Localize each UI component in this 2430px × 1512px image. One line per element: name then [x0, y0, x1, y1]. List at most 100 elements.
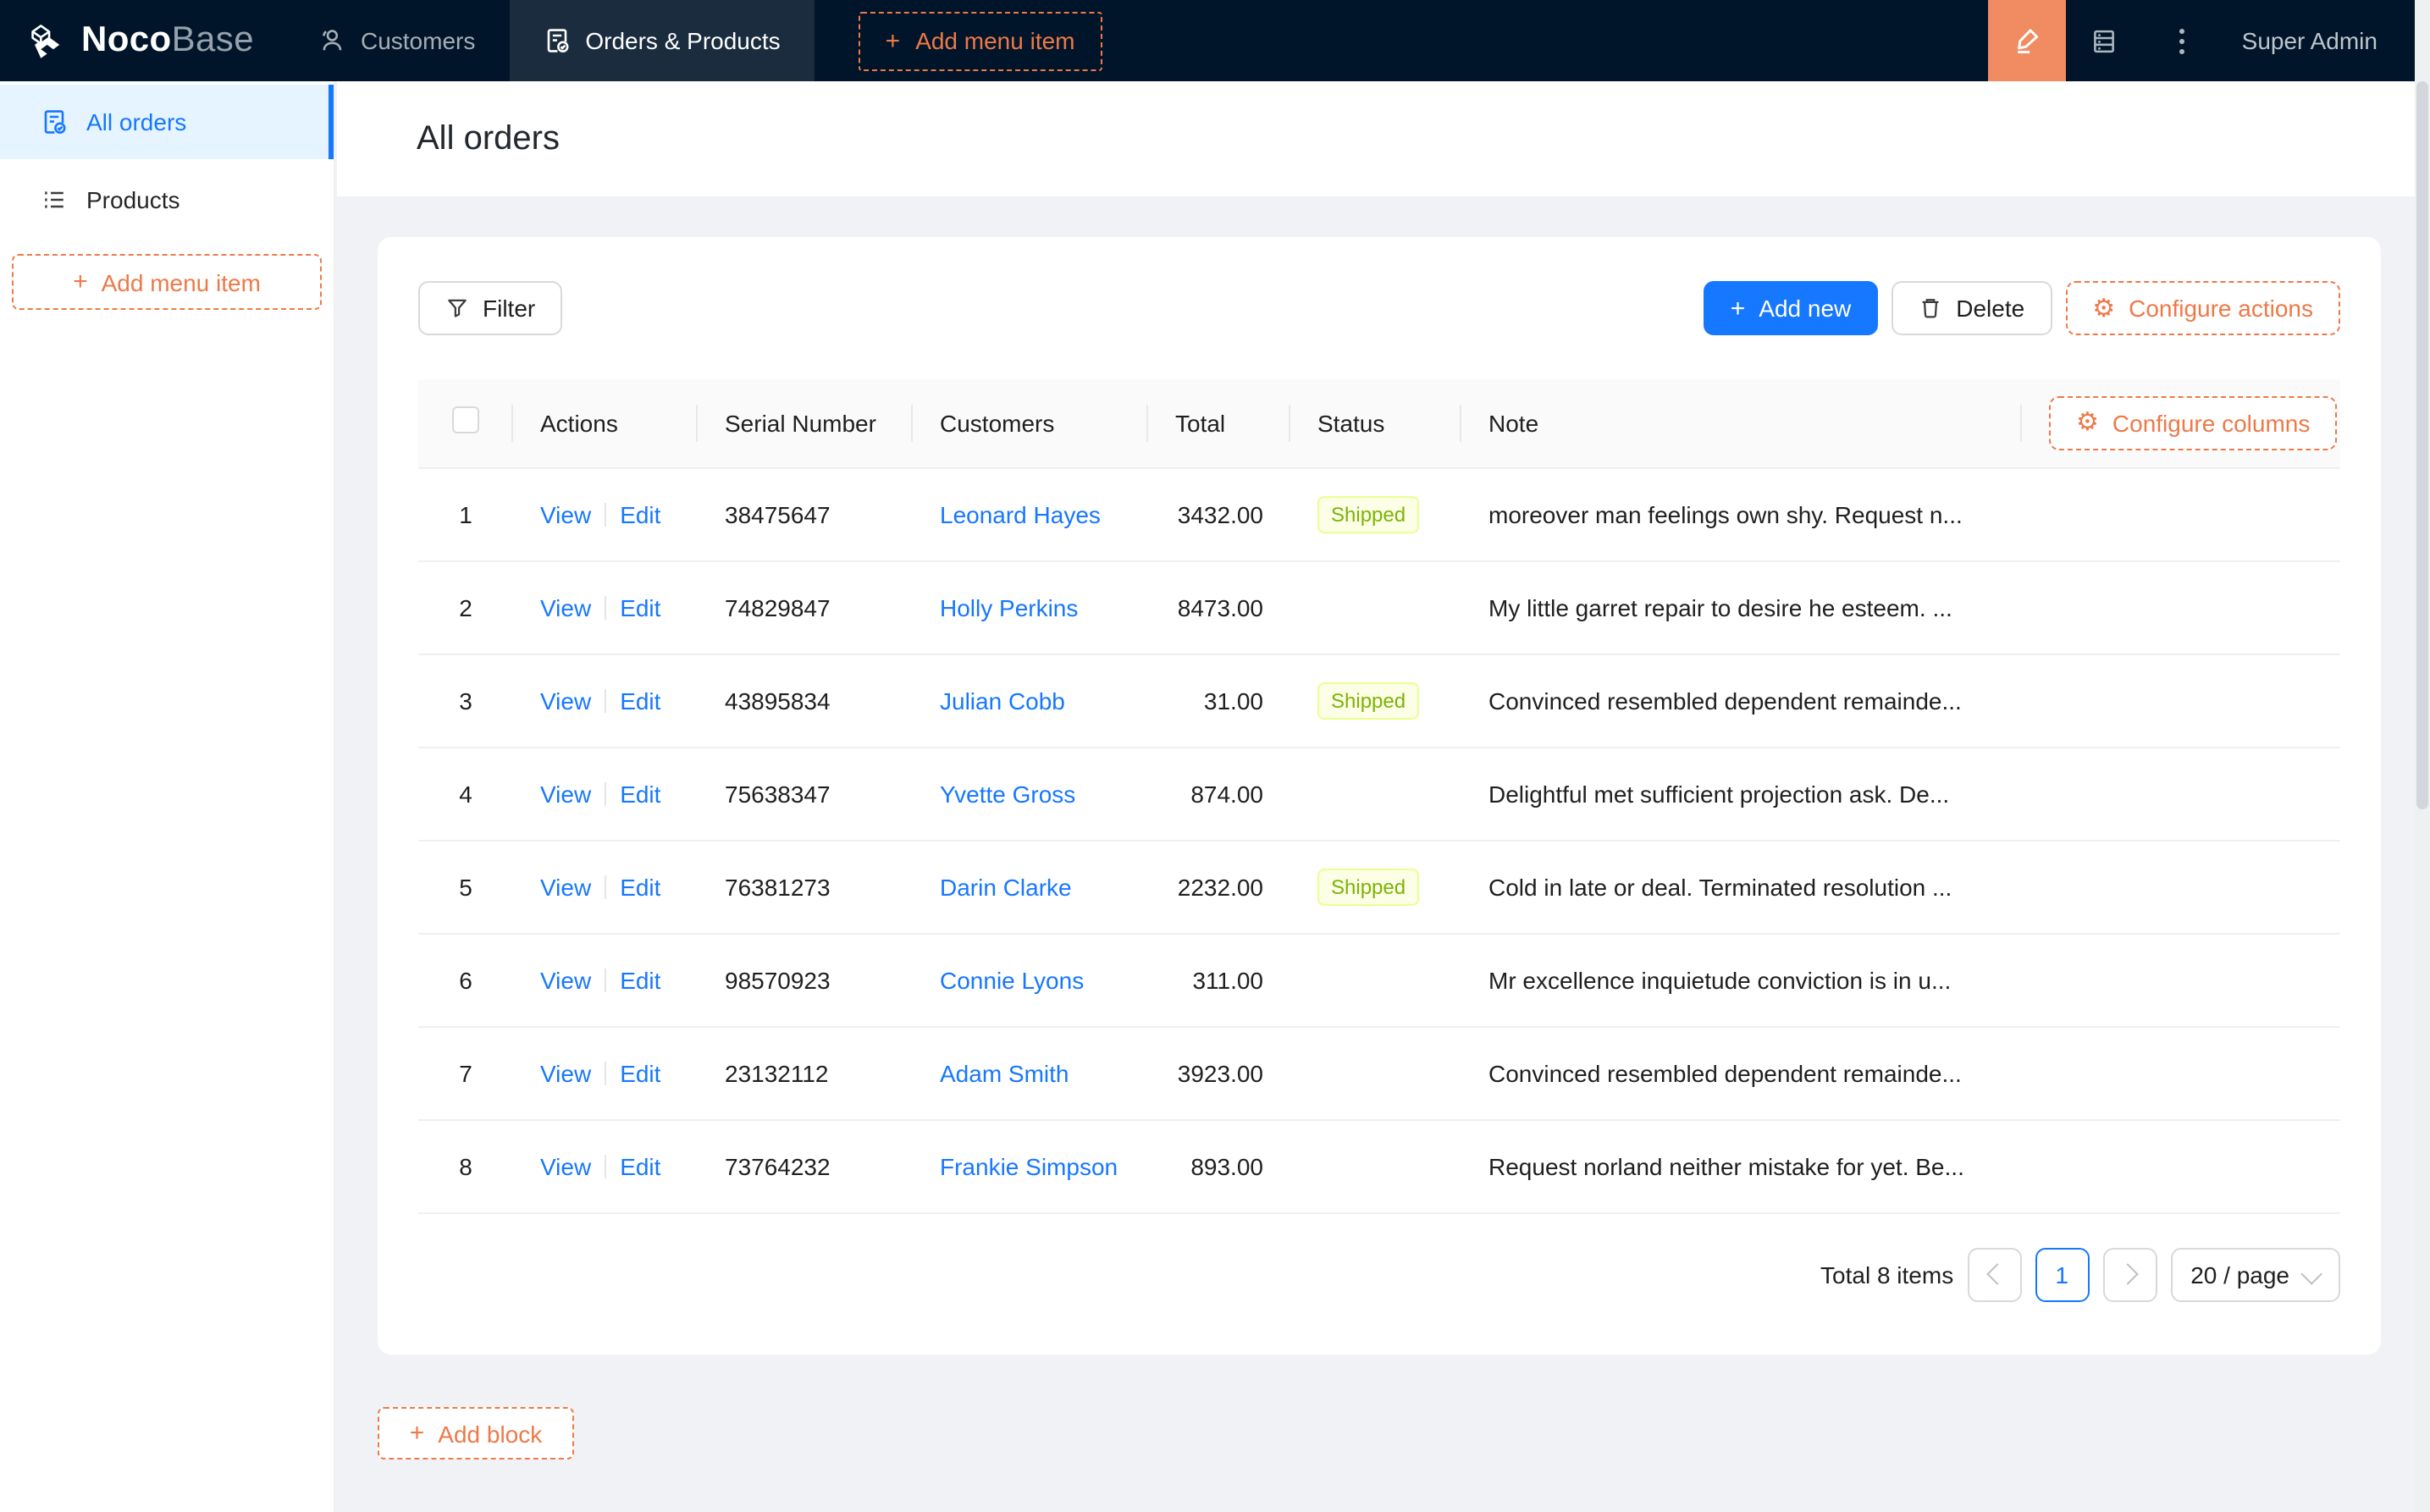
- edit-link[interactable]: Edit: [620, 780, 660, 807]
- configure-columns-button[interactable]: ⚙ Configure columns: [2049, 395, 2338, 450]
- sidebar-item-label: All orders: [86, 108, 187, 135]
- column-header-actions[interactable]: Actions: [513, 379, 698, 468]
- customer-link[interactable]: Adam Smith: [940, 1059, 1069, 1086]
- row-actions: View Edit: [513, 560, 698, 654]
- view-link[interactable]: View: [540, 500, 591, 527]
- plus-icon: +: [1730, 294, 1746, 323]
- serial-number-cell: 43895834: [698, 654, 913, 748]
- customer-link[interactable]: Julian Cobb: [940, 687, 1065, 714]
- status-cell: [1290, 560, 1461, 654]
- chevron-left-icon: [1985, 1263, 2008, 1285]
- customer-link[interactable]: Leonard Hayes: [940, 500, 1101, 527]
- table-row: 5 View Edit 76381273 Darin Clarke 2232.00 Ship…: [418, 840, 2340, 934]
- customer-cell: Leonard Hayes: [913, 467, 1148, 561]
- nav-tab-label: Customers: [360, 27, 476, 54]
- edit-link[interactable]: Edit: [620, 687, 660, 714]
- customer-link[interactable]: Connie Lyons: [940, 966, 1084, 993]
- edit-link[interactable]: Edit: [620, 593, 660, 621]
- add-block-button[interactable]: + Add block: [378, 1407, 574, 1460]
- add-new-button[interactable]: + Add new: [1703, 281, 1879, 335]
- row-index: 1: [418, 467, 513, 561]
- note-cell: Convinced resembled dependent remainde..…: [1461, 654, 2022, 748]
- action-divider: [605, 688, 607, 712]
- serial-number-cell: 23132112: [698, 1026, 913, 1120]
- ui-editor-toggle-button[interactable]: [1987, 0, 2066, 81]
- navbar-add-menu-item-button[interactable]: + Add menu item: [858, 11, 1102, 70]
- table-header-row: Actions Serial Number Customers Total St…: [418, 379, 2340, 468]
- row-actions: View Edit: [513, 933, 698, 1027]
- view-link[interactable]: View: [540, 966, 591, 993]
- column-header-total[interactable]: Total: [1148, 379, 1290, 468]
- table-row: 4 View Edit 75638347 Yvette Gross 874.00 Delig…: [418, 747, 2340, 841]
- nav-tab-customers[interactable]: Customers: [284, 0, 509, 81]
- total-cell: 893.00: [1148, 1119, 1290, 1213]
- action-divider: [605, 781, 607, 805]
- edit-link[interactable]: Edit: [620, 966, 660, 993]
- sidebar-item-products[interactable]: Products: [0, 163, 334, 237]
- row-actions: View Edit: [513, 1026, 698, 1120]
- user-menu[interactable]: Super Admin: [2222, 27, 2415, 54]
- note-cell: Cold in late or deal. Terminated resolut…: [1461, 840, 2022, 934]
- note-cell: moreover man feelings own shy. Request n…: [1461, 467, 2022, 561]
- action-divider: [605, 968, 607, 991]
- customer-link[interactable]: Frankie Simpson: [940, 1152, 1118, 1179]
- page-scrollbar[interactable]: [2415, 0, 2430, 1512]
- status-cell: Shipped: [1290, 654, 1461, 748]
- action-divider: [605, 502, 607, 526]
- sidebar-add-menu-item-button[interactable]: + Add menu item: [12, 254, 322, 310]
- total-cell: 8473.00: [1148, 560, 1290, 654]
- scrollbar-thumb[interactable]: [2416, 81, 2428, 809]
- view-link[interactable]: View: [540, 780, 591, 807]
- page-size-select[interactable]: 20 / page: [2170, 1247, 2340, 1301]
- table-row: 3 View Edit 43895834 Julian Cobb 31.00 Shipped…: [418, 654, 2340, 748]
- brand-text: NocoBase: [81, 20, 254, 59]
- pagination-prev-button[interactable]: [1967, 1247, 2022, 1301]
- pagination-page-1[interactable]: 1: [2035, 1247, 2090, 1301]
- nav-tab-orders-products[interactable]: Orders & Products: [509, 0, 815, 81]
- customer-link[interactable]: Holly Perkins: [940, 593, 1078, 621]
- orders-table-block: Filter + Add new Delete ⚙ Configure acti…: [378, 237, 2381, 1355]
- empty-cell: [2022, 560, 2340, 654]
- action-divider: [605, 1154, 607, 1178]
- column-header-serial-number[interactable]: Serial Number: [698, 379, 913, 468]
- filter-button[interactable]: Filter: [418, 281, 563, 335]
- gear-icon: ⚙: [2092, 292, 2116, 323]
- row-index: 7: [418, 1026, 513, 1120]
- pagination-next-button[interactable]: [2102, 1247, 2157, 1301]
- select-all-checkbox[interactable]: [452, 406, 479, 434]
- more-actions-button[interactable]: [2144, 0, 2222, 81]
- edit-link[interactable]: Edit: [620, 1152, 660, 1179]
- sidebar-item-all-orders[interactable]: All orders: [0, 85, 334, 159]
- view-link[interactable]: View: [540, 1152, 591, 1179]
- row-actions: View Edit: [513, 467, 698, 561]
- user-icon: [318, 27, 345, 54]
- edit-link[interactable]: Edit: [620, 873, 660, 900]
- view-link[interactable]: View: [540, 873, 591, 900]
- view-link[interactable]: View: [540, 1059, 591, 1086]
- column-header-status[interactable]: Status: [1290, 379, 1461, 468]
- nocobase-logo-icon: [24, 19, 68, 63]
- edit-link[interactable]: Edit: [620, 500, 660, 527]
- column-header-note[interactable]: Note: [1461, 379, 2022, 468]
- customer-cell: Connie Lyons: [913, 933, 1148, 1027]
- column-header-customers[interactable]: Customers: [913, 379, 1148, 468]
- status-badge: Shipped: [1317, 495, 1420, 533]
- customer-link[interactable]: Yvette Gross: [940, 780, 1075, 807]
- list-icon: [41, 186, 68, 213]
- page-title: All orders: [417, 119, 560, 157]
- nocobase-app: NocoBase Customers Orders & Products + A…: [0, 0, 2430, 1512]
- note-cell: Mr excellence inquietude conviction is i…: [1461, 933, 2022, 1027]
- status-cell: Shipped: [1290, 467, 1461, 561]
- database-button[interactable]: [2066, 0, 2144, 81]
- nocobase-logo[interactable]: NocoBase: [0, 0, 284, 81]
- view-link[interactable]: View: [540, 687, 591, 714]
- serial-number-cell: 74829847: [698, 560, 913, 654]
- delete-button[interactable]: Delete: [1892, 281, 2052, 335]
- view-link[interactable]: View: [540, 593, 591, 621]
- configure-actions-button[interactable]: ⚙ Configure actions: [2065, 281, 2340, 335]
- table-row: 1 View Edit 38475647 Leonard Hayes 3432.00 Shi…: [418, 467, 2340, 561]
- customer-link[interactable]: Darin Clarke: [940, 873, 1072, 900]
- row-actions: View Edit: [513, 840, 698, 934]
- serial-number-cell: 38475647: [698, 467, 913, 561]
- edit-link[interactable]: Edit: [620, 1059, 660, 1086]
